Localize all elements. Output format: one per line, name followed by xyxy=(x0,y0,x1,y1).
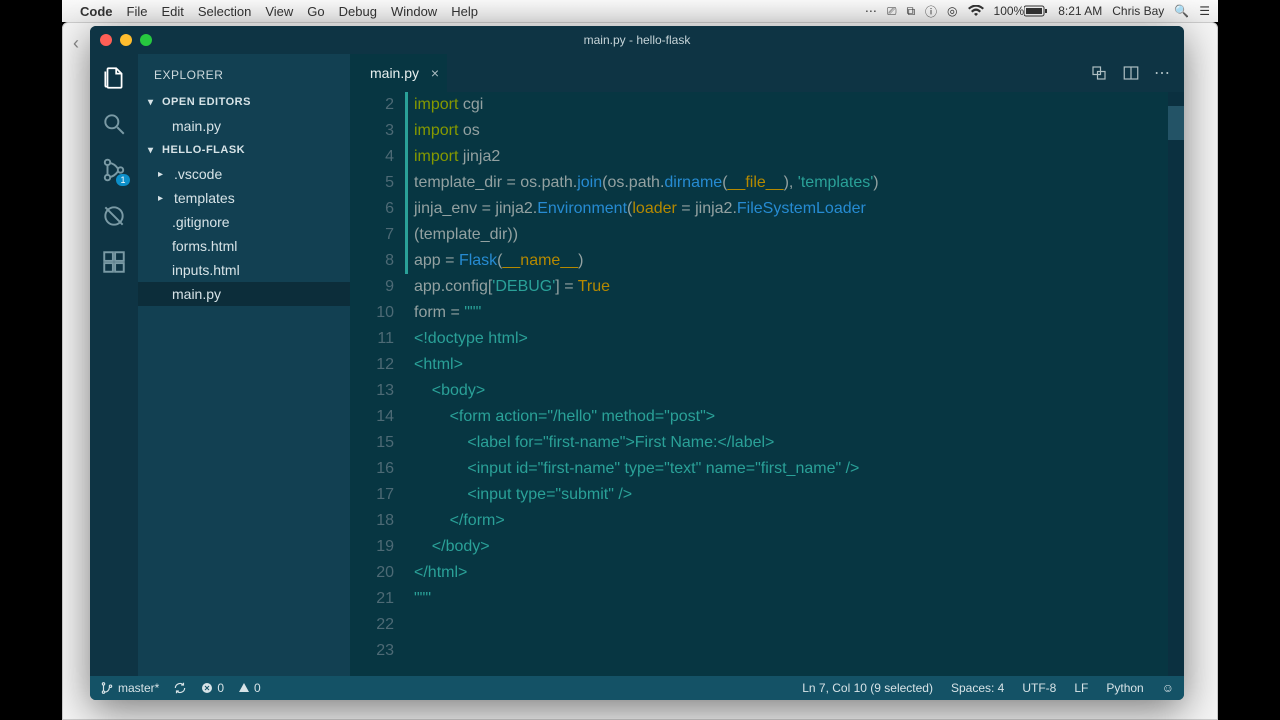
menu-window[interactable]: Window xyxy=(391,4,437,19)
feedback-icon[interactable]: ☺ xyxy=(1162,681,1174,695)
info-icon[interactable]: ⓘ xyxy=(925,3,937,20)
git-branch-status[interactable]: master* xyxy=(100,681,159,695)
explorer-icon[interactable] xyxy=(100,64,128,92)
debug-icon[interactable] xyxy=(100,202,128,230)
warnings-status[interactable]: 0 xyxy=(238,681,261,695)
tree-item[interactable]: ▸templates xyxy=(138,186,350,210)
dropbox-icon[interactable]: ⧉ xyxy=(906,4,915,19)
tree-item[interactable]: main.py xyxy=(138,282,350,306)
spotlight-icon[interactable]: 🔍 xyxy=(1174,4,1189,18)
mac-menubar: Code File Edit Selection View Go Debug W… xyxy=(62,0,1218,22)
close-window-button[interactable] xyxy=(100,34,112,46)
tree-item[interactable]: ▸.vscode xyxy=(138,162,350,186)
compare-icon[interactable] xyxy=(1090,64,1108,82)
menu-file[interactable]: File xyxy=(127,4,148,19)
menu-help[interactable]: Help xyxy=(451,4,478,19)
sync-status[interactable] xyxy=(173,681,187,695)
minimize-window-button[interactable] xyxy=(120,34,132,46)
split-editor-icon[interactable] xyxy=(1122,64,1140,82)
sidebar-title: EXPLORER xyxy=(138,54,350,92)
editor-group: main.py × ⋯ 2345678910111213141516171819… xyxy=(350,54,1184,676)
cursor-position[interactable]: Ln 7, Col 10 (9 selected) xyxy=(802,681,933,695)
battery-status[interactable]: 100% xyxy=(994,4,1049,18)
app-name[interactable]: Code xyxy=(80,4,113,19)
titlebar[interactable]: main.py - hello-flask xyxy=(90,26,1184,54)
sidebar: EXPLORER ▾OPEN EDITORS main.py ▾HELLO-FL… xyxy=(138,54,350,676)
tree-item[interactable]: inputs.html xyxy=(138,258,350,282)
user-name[interactable]: Chris Bay xyxy=(1112,4,1164,18)
open-editor-item[interactable]: main.py xyxy=(138,114,350,138)
tree-item[interactable]: forms.html xyxy=(138,234,350,258)
tab-bar: main.py × ⋯ xyxy=(350,54,1184,92)
tab-main-py[interactable]: main.py × xyxy=(350,54,447,92)
menu-debug[interactable]: Debug xyxy=(339,4,377,19)
menu-view[interactable]: View xyxy=(265,4,293,19)
window-title: main.py - hello-flask xyxy=(584,33,691,47)
close-tab-icon[interactable]: × xyxy=(431,65,439,81)
errors-status[interactable]: 0 xyxy=(201,681,224,695)
menu-edit[interactable]: Edit xyxy=(161,4,183,19)
zoom-window-button[interactable] xyxy=(140,34,152,46)
indent-status[interactable]: Spaces: 4 xyxy=(951,681,1004,695)
back-icon: ‹ xyxy=(73,33,79,54)
screenshot-icon[interactable]: ⎚ xyxy=(887,4,897,19)
folder-section[interactable]: ▾HELLO-FLASK xyxy=(138,140,350,160)
search-icon[interactable] xyxy=(100,110,128,138)
clock[interactable]: 8:21 AM xyxy=(1058,4,1102,18)
menu-icon[interactable]: ☰ xyxy=(1199,4,1210,18)
vscode-window: main.py - hello-flask 1 EXPLORER ▾OPEN E… xyxy=(90,26,1184,700)
source-control-icon[interactable]: 1 xyxy=(100,156,128,184)
wifi-icon[interactable] xyxy=(968,5,984,17)
language-status[interactable]: Python xyxy=(1106,681,1143,695)
status-bar: master* 0 0 Ln 7, Col 10 (9 selected) Sp… xyxy=(90,676,1184,700)
encoding-status[interactable]: UTF-8 xyxy=(1022,681,1056,695)
menu-go[interactable]: Go xyxy=(307,4,324,19)
sync-icon[interactable]: ◎ xyxy=(947,4,957,18)
extensions-icon[interactable] xyxy=(100,248,128,276)
menubar-extra-icon[interactable]: ⋯ xyxy=(865,4,877,18)
git-modified-indicator xyxy=(405,92,408,274)
open-editors-section[interactable]: ▾OPEN EDITORS xyxy=(138,92,350,112)
minimap[interactable] xyxy=(1168,92,1184,676)
menu-selection[interactable]: Selection xyxy=(198,4,251,19)
editor[interactable]: 234567891011121314151617181920212223 imp… xyxy=(350,92,1184,676)
git-badge: 1 xyxy=(116,174,130,186)
activity-bar: 1 xyxy=(90,54,138,676)
minimap-viewport[interactable] xyxy=(1168,106,1184,140)
eol-status[interactable]: LF xyxy=(1074,681,1088,695)
more-icon[interactable]: ⋯ xyxy=(1154,63,1170,83)
tree-item[interactable]: .gitignore xyxy=(138,210,350,234)
